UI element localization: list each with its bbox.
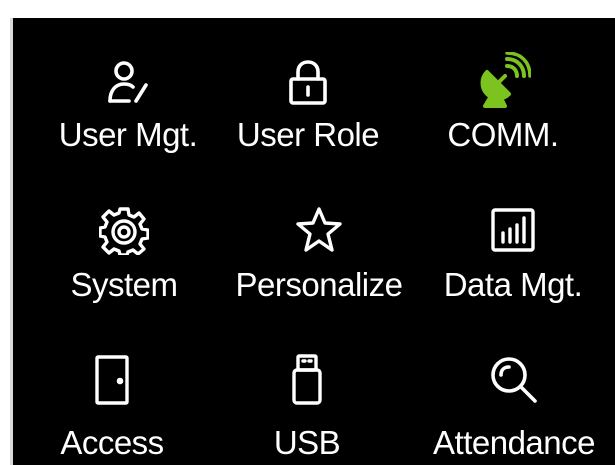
main-menu-grid: User Mgt. User Role COMM. System Persona… xyxy=(13,18,615,465)
user-edit-icon xyxy=(30,54,226,110)
menu-item-label: User Mgt. xyxy=(58,116,198,153)
door-icon xyxy=(14,352,210,408)
menu-item-user-role[interactable]: User Role xyxy=(210,40,406,180)
satellite-dish-icon xyxy=(405,52,601,108)
menu-item-user-mgt[interactable]: User Mgt. xyxy=(30,40,226,180)
usb-icon xyxy=(209,352,405,408)
menu-item-attendance[interactable]: Attendance xyxy=(416,338,612,465)
main-menu-screen: User Mgt. User Role COMM. System Persona… xyxy=(13,18,615,465)
star-icon xyxy=(221,202,417,258)
gear-icon xyxy=(26,202,222,258)
menu-item-label: COMM. xyxy=(447,116,559,153)
menu-item-personalize[interactable]: Personalize xyxy=(221,190,417,330)
menu-item-label: Data Mgt. xyxy=(443,266,583,303)
menu-item-data-mgt[interactable]: Data Mgt. xyxy=(415,190,611,330)
menu-item-label: USB xyxy=(273,424,341,461)
menu-item-access[interactable]: Access xyxy=(14,338,210,465)
bar-chart-icon xyxy=(415,202,611,258)
menu-item-label: Attendance xyxy=(433,424,595,461)
search-icon xyxy=(416,352,612,408)
menu-item-label: Personalize xyxy=(235,266,403,303)
menu-item-label: System xyxy=(70,266,178,303)
menu-item-label: Access xyxy=(60,424,164,461)
menu-item-comm[interactable]: COMM. xyxy=(405,40,601,180)
device-frame: User Mgt. User Role COMM. System Persona… xyxy=(0,0,615,465)
lock-icon xyxy=(210,54,406,110)
menu-item-label: User Role xyxy=(236,116,380,153)
menu-item-system[interactable]: System xyxy=(26,190,222,330)
menu-item-usb[interactable]: USB xyxy=(209,338,405,465)
